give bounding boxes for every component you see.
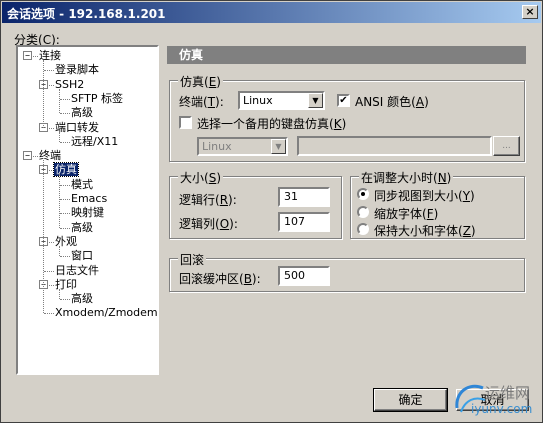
- tree-item[interactable]: 窗口: [70, 249, 94, 263]
- tree-item-label: 外观: [55, 234, 77, 248]
- session-options-dialog: 会话选项 - 192.168.1.201 × 分类(C): − 连接 登录脚本 − SS…: [0, 0, 543, 423]
- terminal-select[interactable]: Linux ▼: [238, 91, 325, 110]
- watermark-text-1: 运维网: [485, 384, 531, 402]
- watermark-logo: 运维网 iyunv.com: [451, 376, 541, 422]
- tree-item-label: 连接: [39, 49, 61, 62]
- emulation-group-label: 仿真(E): [178, 73, 223, 90]
- cols-label: 逻辑列(O):: [179, 217, 238, 231]
- tree-collapse-icon[interactable]: −: [23, 151, 32, 161]
- tree-item-label: 映射键: [71, 206, 104, 220]
- panel-header: 仿真: [167, 46, 526, 64]
- tree-item[interactable]: Xmodem/Zmodem: [54, 306, 158, 320]
- tree-item-label: 高级: [71, 220, 93, 234]
- tree-item[interactable]: 映射键: [70, 206, 105, 220]
- radio-keep-size-font[interactable]: [357, 223, 369, 235]
- watermark-text-2: iyunv.com: [471, 402, 533, 416]
- chevron-down-icon: ▼: [271, 139, 286, 154]
- alt-keyboard-path-input[interactable]: [297, 136, 492, 156]
- browse-button[interactable]: ...: [493, 136, 520, 156]
- tree-item[interactable]: 终端: [38, 149, 62, 163]
- tree-item[interactable]: 外观: [54, 235, 78, 249]
- tree-item[interactable]: 高级: [70, 292, 94, 306]
- tree-guide-line: [59, 88, 60, 114]
- terminal-select-value: Linux: [243, 94, 273, 107]
- terminal-label: 终端(T):: [179, 95, 224, 109]
- tree-item[interactable]: 连接: [38, 49, 62, 63]
- tree-item[interactable]: 日志文件: [54, 264, 100, 278]
- tree-item[interactable]: Emacs: [70, 192, 108, 206]
- window-title: 会话选项 - 192.168.1.201: [7, 7, 166, 21]
- tree-collapse-icon[interactable]: −: [23, 51, 32, 60]
- tree-item[interactable]: 模式: [70, 178, 94, 192]
- scrollback-group-label: 回滚: [178, 251, 207, 268]
- tree-item[interactable]: 仿真: [53, 162, 79, 178]
- tree-item-label: 远程/X11: [71, 134, 119, 148]
- scrollback-buffer-input[interactable]: 500: [278, 266, 330, 286]
- cols-input[interactable]: 107: [278, 212, 330, 232]
- tree-connector: [44, 270, 54, 272]
- scale-font-label: 缩放字体(F): [374, 207, 439, 221]
- sync-view-label: 同步视图到大小(Y): [374, 189, 475, 203]
- tree-connector: [60, 184, 70, 186]
- tree-guide-line: [59, 245, 60, 257]
- rows-input[interactable]: 31: [278, 187, 330, 207]
- alt-keyboard-select-value: Linux: [202, 140, 232, 153]
- tree-connector: [60, 199, 70, 200]
- tree-connector: [60, 98, 70, 100]
- radio-scale-font[interactable]: [357, 206, 369, 218]
- check-icon: ✔: [339, 95, 348, 106]
- tree-connector: [60, 227, 70, 229]
- tree-item-label: 日志文件: [55, 263, 99, 277]
- tree-item-label: 窗口: [71, 249, 93, 263]
- radio-sync-view[interactable]: [357, 188, 369, 200]
- tree-guide-line: [43, 160, 44, 314]
- tree-connector: [44, 313, 54, 315]
- tree-item-label: 终端: [39, 149, 61, 163]
- chevron-down-icon: ▼: [308, 93, 323, 108]
- tree-item-label: SFTP 标签: [71, 91, 123, 105]
- ansi-color-checkbox[interactable]: ✔: [337, 94, 350, 107]
- tree-connector: [60, 113, 70, 115]
- close-icon: ×: [525, 5, 535, 18]
- radio-dot-icon: [361, 192, 365, 196]
- tree-item[interactable]: 登录脚本: [54, 63, 100, 77]
- tree-guide-line: [59, 131, 60, 142]
- tree-connector: [60, 213, 70, 215]
- tree-item[interactable]: 高级: [70, 106, 94, 120]
- tree-item-label: 模式: [71, 177, 93, 191]
- scrollback-buffer-label: 回滚缓冲区(B):: [179, 272, 261, 286]
- keep-size-font-label: 保持大小和字体(Z): [374, 224, 476, 238]
- tree-guide-line: [59, 174, 60, 228]
- tree-item-label: 高级: [71, 292, 93, 306]
- size-group-label: 大小(S): [178, 169, 223, 186]
- category-tree[interactable]: − 连接 登录脚本 − SSH2 SFTP 标签 高级 − 端口转发 远程/X11− 终端 − 仿真 模式…: [16, 45, 159, 375]
- alt-keyboard-select[interactable]: Linux ▼: [197, 137, 288, 156]
- tree-connector: [60, 256, 70, 258]
- close-button[interactable]: ×: [522, 5, 538, 19]
- tree-item[interactable]: 高级: [70, 221, 94, 235]
- tree-item-label: 高级: [71, 106, 93, 120]
- alt-keyboard-label: 选择一个备用的键盘仿真(K): [197, 117, 347, 131]
- tree-guide-line: [59, 288, 60, 300]
- tree-item[interactable]: SFTP 标签: [70, 92, 124, 106]
- tree-item-label: Emacs: [71, 192, 108, 205]
- tree-item[interactable]: 端口转发: [54, 121, 100, 135]
- tree-item[interactable]: 打印: [54, 278, 78, 292]
- tree-connector: [44, 70, 54, 72]
- ansi-color-label: ANSI 颜色(A): [355, 95, 429, 109]
- tree-connector: [60, 299, 70, 301]
- title-bar[interactable]: 会话选项 - 192.168.1.201 ×: [2, 2, 541, 23]
- tree-item-label: 登录脚本: [55, 63, 99, 77]
- tree-item[interactable]: 远程/X11: [70, 135, 119, 149]
- tree-item-label: 仿真: [53, 162, 79, 178]
- ok-button[interactable]: 确定: [373, 388, 448, 412]
- tree-item-label: 端口转发: [55, 120, 99, 134]
- tree-item-label: Xmodem/Zmodem: [55, 306, 158, 320]
- rows-label: 逻辑行(R):: [179, 193, 237, 207]
- resize-group-label: 在调整大小时(N): [359, 169, 454, 186]
- alt-keyboard-checkbox[interactable]: [179, 116, 192, 129]
- tree-guide-line: [43, 60, 44, 128]
- tree-item-label: 打印: [55, 277, 77, 291]
- tree-connector: [60, 141, 70, 143]
